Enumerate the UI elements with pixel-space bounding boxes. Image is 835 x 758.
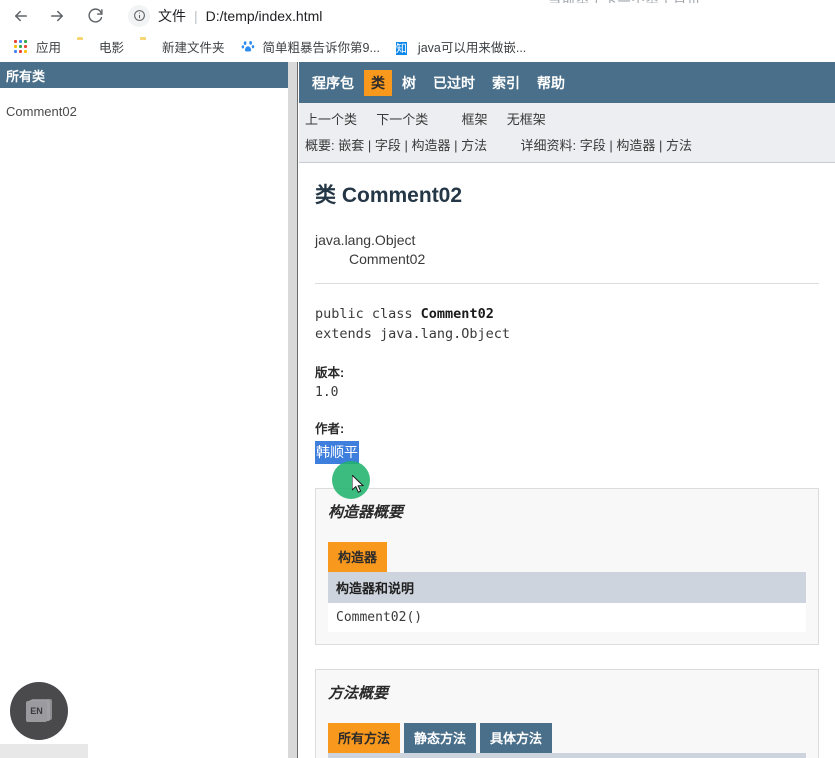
bookmarks-bar: 应用 电影 新建文件夹 简单粗暴告诉你第9... 知 java可以用来做嵌... (0, 31, 835, 62)
bookmark-label: 简单粗暴告诉你第9... (262, 41, 380, 55)
author-label: 作者: (315, 422, 345, 436)
summary-constructors[interactable]: 构造器 (412, 138, 451, 153)
browser-chrome: 当前类 | 下一个类 | 首页 (0, 0, 835, 62)
constructor-col-header: 构造器和说明 (328, 572, 806, 603)
method-col-description: 方法和说明 (538, 753, 806, 758)
inheritance-node-0: java.lang.Object (315, 232, 416, 248)
topnav-item-deprecated[interactable]: 已过时 (426, 70, 482, 96)
method-summary-title: 方法概要 (328, 685, 389, 702)
info-circle-icon[interactable] (128, 4, 150, 27)
taskbar-sliver (0, 744, 88, 758)
version-value: 1.0 (315, 385, 339, 400)
bookmark-label: 新建文件夹 (162, 41, 225, 55)
reload-icon[interactable] (80, 2, 110, 30)
inheritance-tree: java.lang.Object Comment02 (315, 231, 819, 269)
method-tabrow: 所有方法 静态方法 具体方法 (328, 723, 806, 753)
zhihu-glyph: 知 (395, 42, 407, 55)
doc-top-navbar: 程序包 类 树 已过时 索引 帮助 (299, 62, 835, 103)
method-col-modifier: 限定符和类型 (328, 753, 539, 758)
doc-subnav-summary-detail: 概要: 嵌套 | 字段 | 构造器 | 方法 详细资料: 字段 | 构造器 | … (299, 131, 835, 163)
detail-fields[interactable]: 字段 (580, 138, 606, 153)
summary-fields[interactable]: 字段 (375, 138, 401, 153)
baidu-favicon-icon (240, 39, 256, 56)
summary-label: 概要: (305, 138, 335, 153)
detail-label: 详细资料: (520, 138, 577, 153)
bookmark-new-folder[interactable]: 新建文件夹 (134, 35, 231, 59)
page-title: 类 Comment02 (315, 179, 819, 209)
detail-methods[interactable]: 方法 (666, 138, 692, 153)
bookmark-zhihu-article[interactable]: 知 java可以用来做嵌... (390, 35, 532, 59)
tab-static-methods[interactable]: 静态方法 (404, 723, 477, 753)
subnav-next-class[interactable]: 下一个类 (376, 112, 428, 127)
folder-icon (140, 39, 155, 54)
back-icon[interactable] (6, 2, 36, 30)
bookmark-label: 应用 (36, 41, 62, 55)
bookmark-baidu-article[interactable]: 简单粗暴告诉你第9... (235, 35, 386, 59)
inheritance-node-1: Comment02 (349, 251, 426, 267)
declaration-extends: extends java.lang.Object (315, 326, 511, 342)
bookmark-label: 电影 (99, 41, 125, 55)
detail-constructors[interactable]: 构造器 (616, 138, 655, 153)
bookmark-label: java可以用来做嵌... (417, 41, 527, 55)
topnav-item-class[interactable]: 类 (364, 69, 392, 96)
constructor-summary-title: 构造器概要 (328, 504, 404, 521)
bookmark-movies[interactable]: 电影 (71, 35, 130, 59)
tab-constructors[interactable]: 构造器 (328, 542, 388, 572)
method-summary-table: 限定符和类型 方法和说明 static void main(java.lang.… (328, 753, 806, 758)
ime-language-indicator[interactable]: EN (10, 682, 68, 740)
url-text: D:/temp/index.html (205, 7, 323, 24)
topnav-item-packages[interactable]: 程序包 (305, 70, 361, 96)
doc-subnav-prevnext: 上一个类 下一个类 框架 无框架 (299, 103, 835, 131)
class-doc-frame: 程序包 类 树 已过时 索引 帮助 上一个类 下一个类 框架 无框架 概要: 嵌… (299, 62, 835, 758)
allclasses-list: Comment02 (0, 88, 288, 122)
constructor-tabrow: 构造器 (328, 542, 806, 572)
apps-grid-icon (14, 39, 29, 54)
topnav-item-help[interactable]: 帮助 (530, 70, 572, 96)
table-row: Comment02() (328, 603, 806, 632)
ime-mode-label: EN (26, 700, 47, 722)
allclasses-item-comment02[interactable]: Comment02 (6, 102, 288, 122)
bookmark-apps[interactable]: 应用 (8, 35, 67, 59)
subnav-frames[interactable]: 框架 (462, 112, 488, 127)
table-header-row: 限定符和类型 方法和说明 (328, 753, 806, 758)
tab-concrete-methods[interactable]: 具体方法 (480, 723, 553, 753)
tab-all-methods[interactable]: 所有方法 (328, 723, 401, 753)
page-viewport: 所有类 Comment02 程序包 类 树 已过时 索引 帮助 上一个类 下一个… (0, 62, 835, 758)
version-label: 版本: (315, 366, 345, 380)
constructor-summary-section: 构造器概要 构造器 构造器和说明 Comment02() (315, 488, 819, 645)
zhihu-favicon-icon: 知 (395, 39, 411, 55)
class-declaration: public class Comment02 extends java.lang… (315, 304, 819, 344)
table-header-row: 构造器和说明 (328, 572, 806, 603)
divider (315, 283, 819, 284)
author-value-wrap: 韩顺平 (315, 441, 819, 464)
allclasses-frame: 所有类 Comment02 (0, 62, 288, 758)
subnav-prev-class[interactable]: 上一个类 (305, 112, 357, 127)
declaration-class-name: Comment02 (420, 306, 494, 322)
frame-divider-scrollbar[interactable] (288, 62, 298, 758)
class-name-label: Comment02 (341, 184, 463, 207)
omnibox-separator: | (194, 7, 198, 24)
topnav-item-tree[interactable]: 树 (395, 70, 423, 96)
allclasses-header: 所有类 (0, 62, 288, 88)
subnav-noframes[interactable]: 无框架 (507, 112, 546, 127)
constructor-signature[interactable]: Comment02() (328, 603, 806, 632)
topnav-item-index[interactable]: 索引 (485, 70, 527, 96)
summary-methods[interactable]: 方法 (461, 138, 487, 153)
constructor-summary-table: 构造器和说明 Comment02() (328, 572, 806, 632)
allclasses-header-title: 所有类 (6, 68, 46, 84)
class-kind-label: 类 (315, 184, 336, 207)
summary-nested[interactable]: 嵌套 (338, 138, 364, 153)
author-value-selected[interactable]: 韩顺平 (315, 441, 359, 464)
scheme-label: 文件 (158, 7, 186, 24)
folder-icon (77, 39, 92, 54)
browser-toolbar: 文件 | D:/temp/index.html (0, 0, 835, 31)
forward-icon[interactable] (42, 2, 72, 30)
ime-badge-icon: EN (26, 698, 52, 722)
declaration-modifiers: public class (315, 306, 421, 322)
address-bar[interactable]: 文件 | D:/temp/index.html (122, 2, 835, 29)
method-summary-section: 方法概要 所有方法 静态方法 具体方法 限定符和类型 方法和说明 static … (315, 669, 819, 758)
doc-content: 类 Comment02 java.lang.Object Comment02 p… (299, 163, 835, 758)
